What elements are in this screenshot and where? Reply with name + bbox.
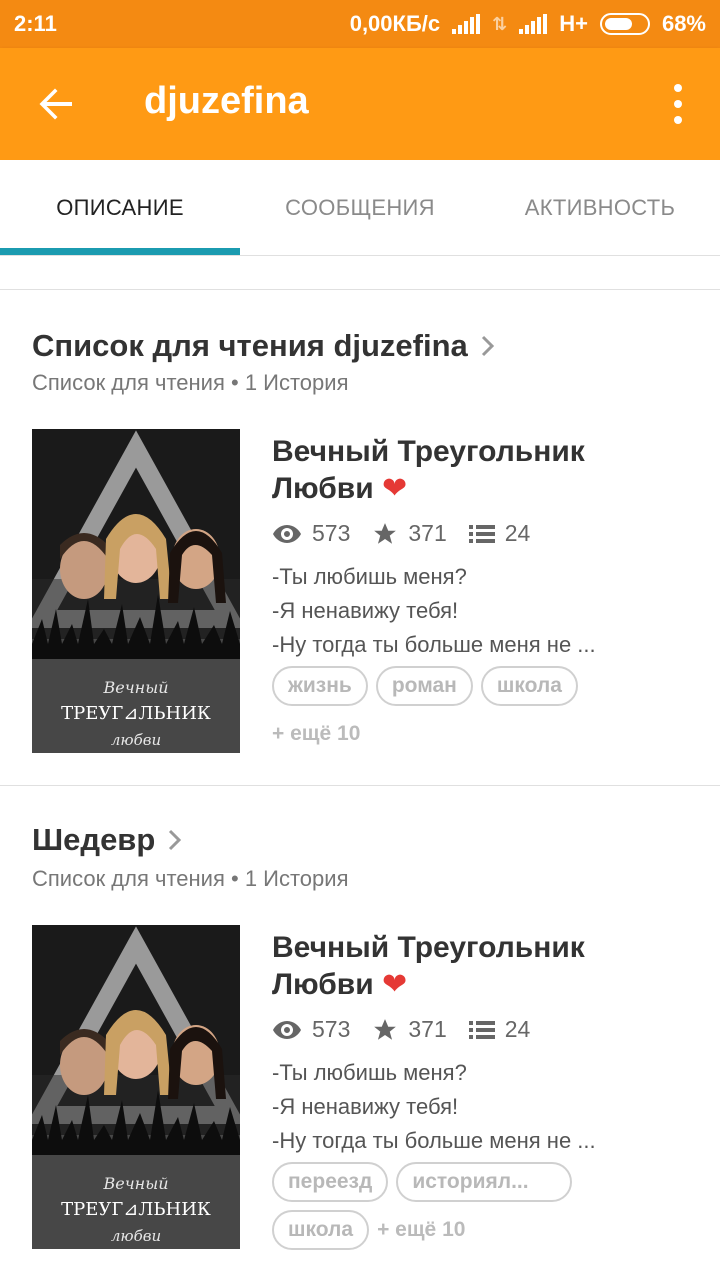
votes-count: 371	[408, 520, 447, 546]
story-description: -Ты любишь меня? -Я ненавижу тебя! -Ну т…	[272, 1056, 692, 1158]
reading-list-title-text: Список для чтения djuzefina	[32, 328, 468, 363]
story-title[interactable]: Вечный Треугольник Любви ❤	[272, 929, 692, 1003]
cover-text-2: ТРЕУГ⊿ЛЬНИК	[61, 1199, 211, 1220]
views-count: 573	[312, 520, 351, 546]
tag-chip[interactable]: роман	[375, 666, 473, 706]
tag-chip[interactable]: историял...	[396, 1162, 573, 1202]
reading-list-title[interactable]: Список для чтения djuzefina	[32, 328, 496, 364]
tab-messages[interactable]: СООБЩЕНИЯ	[240, 160, 480, 255]
tag-chip[interactable]: школа	[480, 666, 578, 706]
reading-list-subtitle: Список для чтения • 1 История	[32, 866, 349, 891]
story-title[interactable]: Вечный Треугольник Любви ❤	[272, 433, 692, 507]
status-bar: 2:11 0,00КБ/с ⇅ H+ 68%	[0, 0, 720, 48]
reading-list-section: Шедевр Список для чтения • 1 История Веч…	[0, 786, 720, 1280]
parts-count: 24	[504, 520, 531, 546]
views-stat: 573	[272, 520, 350, 547]
network-type: H+	[559, 11, 588, 36]
description-line: -Ну тогда ты больше меня не ...	[272, 632, 596, 657]
eye-icon	[273, 1020, 301, 1039]
cover-image: Вечный ТРЕУГ⊿ЛЬНИК любви	[32, 429, 240, 753]
description-line: -Я ненавижу тебя!	[272, 1094, 459, 1119]
app-bar: djuzefina	[0, 48, 720, 160]
star-icon	[374, 522, 397, 544]
votes-stat: 371	[372, 520, 447, 547]
story-cover[interactable]: Вечный ТРЕУГ⊿ЛЬНИК любви	[32, 925, 240, 1249]
description-line: -Ты любишь меня?	[272, 564, 467, 589]
tag-list-row2: школа + ещё 10	[272, 1210, 692, 1250]
heart-icon: ❤	[382, 472, 408, 505]
heart-icon: ❤	[382, 968, 408, 1001]
cover-text-2: ТРЕУГ⊿ЛЬНИК	[61, 703, 211, 724]
tab-description[interactable]: ОПИСАНИЕ	[0, 160, 240, 255]
battery-percent: 68%	[661, 11, 706, 36]
story-title-line1: Вечный Треугольник	[272, 931, 585, 964]
views-count: 573	[312, 1016, 351, 1042]
star-icon	[374, 1018, 397, 1040]
tag-chip[interactable]: переезд	[272, 1162, 389, 1202]
cover-image: Вечный ТРЕУГ⊿ЛЬНИК любви	[32, 925, 240, 1249]
parts-stat: 24	[468, 1016, 531, 1043]
more-vertical-icon[interactable]	[670, 84, 686, 124]
reading-list-title[interactable]: Шедевр	[32, 822, 183, 858]
description-line: -Ты любишь меня?	[272, 1060, 467, 1085]
tag-chip[interactable]: жизнь	[272, 666, 368, 706]
status-time: 2:11	[14, 11, 57, 36]
signal-2-icon	[519, 14, 548, 34]
story-stats: 573 371 24	[272, 1016, 552, 1043]
tab-bar: ОПИСАНИЕ СООБЩЕНИЯ АКТИВНОСТЬ	[0, 160, 720, 256]
list-icon	[468, 524, 495, 543]
parts-stat: 24	[468, 520, 531, 547]
tag-list: жизнь роман школа	[272, 666, 692, 706]
story-title-line2: Любви	[272, 472, 374, 505]
battery-icon	[599, 13, 650, 35]
tag-list-more: + ещё 10	[272, 714, 692, 754]
votes-count: 371	[408, 1016, 447, 1042]
tag-list: переезд историял...	[272, 1162, 692, 1202]
parts-count: 24	[504, 1016, 531, 1042]
chevron-right-icon	[481, 335, 494, 357]
views-stat: 573	[272, 1016, 350, 1043]
arrow-back-icon[interactable]	[36, 84, 76, 124]
eye-icon	[273, 524, 301, 543]
page-title: djuzefina	[144, 80, 309, 122]
votes-stat: 371	[372, 1016, 447, 1043]
cover-text-3: любви	[111, 1227, 161, 1245]
signal-icon	[452, 14, 481, 34]
tag-chip[interactable]: школа	[272, 1210, 370, 1250]
story-cover[interactable]: Вечный ТРЕУГ⊿ЛЬНИК любви	[32, 429, 240, 753]
story-description: -Ты любишь меня? -Я ненавижу тебя! -Ну т…	[272, 560, 692, 662]
network-speed: 0,00КБ/с	[349, 11, 441, 36]
list-icon	[468, 1020, 495, 1039]
tab-activity[interactable]: АКТИВНОСТЬ	[480, 160, 720, 255]
description-line: -Я ненавижу тебя!	[272, 598, 459, 623]
story-title-line2: Любви	[272, 968, 374, 1001]
reading-list-title-text: Шедевр	[32, 822, 156, 857]
story-title-line1: Вечный Треугольник	[272, 435, 585, 468]
more-tags-link[interactable]: + ещё 10	[272, 714, 360, 754]
cover-text-1: Вечный	[102, 678, 168, 697]
more-tags-link[interactable]: + ещё 10	[377, 1210, 465, 1250]
reading-list-section: Список для чтения djuzefina Список для ч…	[0, 290, 720, 785]
data-arrows-icon: ⇅	[492, 13, 508, 34]
story-stats: 573 371 24	[272, 520, 552, 547]
reading-list-subtitle: Список для чтения • 1 История	[32, 370, 349, 395]
cover-text-1: Вечный	[102, 1174, 168, 1193]
cover-text-3: любви	[111, 731, 161, 749]
description-line: -Ну тогда ты больше меня не ...	[272, 1128, 596, 1153]
chevron-right-icon	[169, 829, 182, 851]
